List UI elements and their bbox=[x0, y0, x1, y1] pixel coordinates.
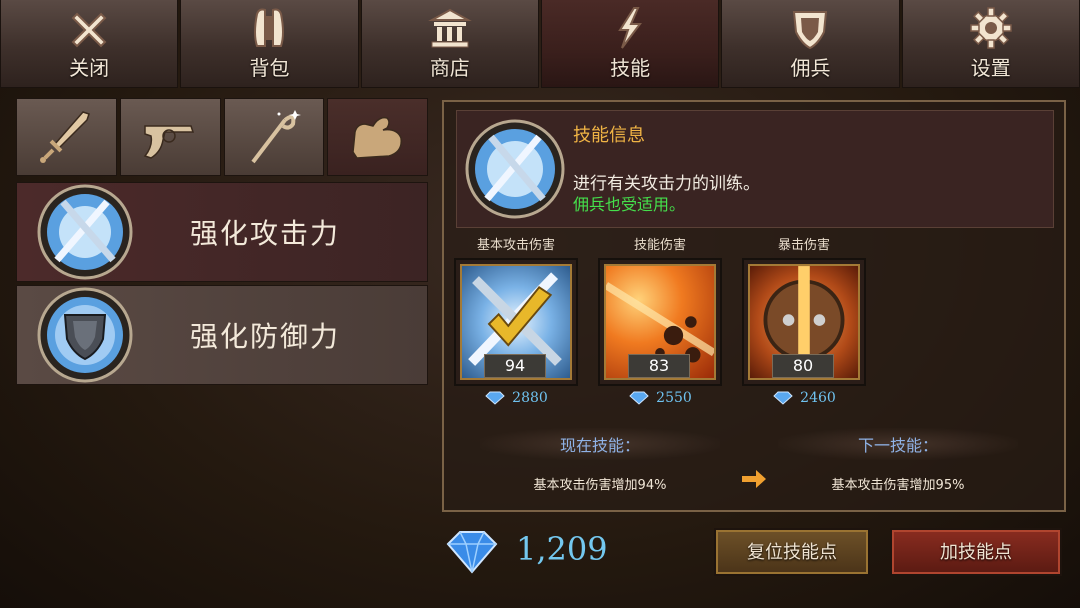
add-skill-point-button[interactable]: 加技能点 bbox=[890, 528, 1062, 576]
close-icon bbox=[71, 12, 107, 48]
crossed-blades-icon bbox=[37, 184, 133, 280]
tab-label: 商店 bbox=[429, 56, 470, 80]
lightning-icon bbox=[618, 7, 643, 49]
skill-item-defense[interactable]: 强化防御力 bbox=[16, 285, 428, 385]
skill-detail-panel: 技能信息 进行有关攻击力的训练。 佣兵也受适用。 基本攻击伤害 94 2880 bbox=[442, 100, 1066, 512]
tab-label: 关闭 bbox=[69, 56, 110, 80]
tab-label: 技能 bbox=[610, 56, 651, 80]
card-level: 80 bbox=[772, 354, 834, 378]
crossed-blades-icon bbox=[465, 119, 565, 219]
skill-category-bar bbox=[16, 98, 428, 176]
reset-skill-points-button[interactable]: 复位技能点 bbox=[714, 528, 870, 576]
tab-skills[interactable]: 技能 bbox=[540, 0, 720, 88]
tab-close[interactable]: 关闭 bbox=[0, 0, 179, 88]
gem-total: 1,209 bbox=[516, 530, 608, 568]
card-level: 94 bbox=[484, 354, 546, 378]
gem-icon bbox=[446, 531, 498, 574]
category-sword[interactable] bbox=[16, 98, 117, 176]
card-frame: 94 bbox=[454, 258, 578, 386]
gem-icon bbox=[485, 391, 505, 405]
card-frame: 83 bbox=[598, 258, 722, 386]
gear-icon bbox=[970, 7, 1012, 49]
tab-mercenary[interactable]: 佣兵 bbox=[721, 0, 900, 88]
next-skill-value: 基本攻击伤害增加95% bbox=[831, 478, 965, 493]
card-label: 技能伤害 bbox=[633, 238, 686, 253]
category-gun[interactable] bbox=[119, 98, 221, 176]
tab-label: 背包 bbox=[249, 56, 290, 80]
skill-item-attack[interactable]: 强化攻击力 bbox=[16, 182, 428, 282]
card-label: 基本攻击伤害 bbox=[476, 238, 555, 253]
card-cost-value: 2460 bbox=[800, 390, 836, 406]
gem-icon bbox=[629, 391, 649, 405]
category-strength[interactable] bbox=[327, 98, 428, 176]
shop-icon bbox=[427, 8, 472, 48]
tab-settings[interactable]: 设置 bbox=[901, 0, 1080, 88]
current-skill-label: 现在技能： bbox=[480, 428, 720, 460]
upgrade-card-basic-attack[interactable]: 基本攻击伤害 94 2880 bbox=[454, 234, 578, 406]
skill-list: 强化攻击力 强化防御力 bbox=[16, 182, 428, 388]
backpack-icon bbox=[254, 8, 285, 47]
skill-info-title: 技能信息 bbox=[573, 125, 645, 146]
card-cost-value: 2550 bbox=[656, 390, 692, 406]
gem-icon bbox=[773, 391, 793, 405]
tab-shop[interactable]: 商店 bbox=[360, 0, 539, 88]
card-cost-value: 2880 bbox=[512, 390, 548, 406]
card-label: 暴击伤害 bbox=[777, 238, 830, 253]
bicep-icon bbox=[351, 116, 402, 159]
next-skill-label: 下一技能： bbox=[778, 428, 1018, 460]
tab-label: 设置 bbox=[970, 56, 1011, 80]
shield-icon bbox=[793, 11, 828, 50]
tab-backpack[interactable]: 背包 bbox=[180, 0, 359, 88]
staff-icon bbox=[251, 110, 301, 164]
top-nav: 关闭 背包 商店 技能 佣兵 设置 bbox=[0, 0, 1080, 88]
card-frame: 80 bbox=[742, 258, 866, 386]
skill-info-box: 技能信息 进行有关攻击力的训练。 佣兵也受适用。 bbox=[456, 110, 1054, 228]
category-staff[interactable] bbox=[223, 98, 325, 176]
card-level: 83 bbox=[628, 354, 690, 378]
upgrade-card-skill-damage[interactable]: 技能伤害 83 2550 bbox=[598, 234, 722, 406]
card-cost: 2460 bbox=[742, 390, 866, 406]
tab-label: 佣兵 bbox=[790, 56, 831, 80]
skill-name: 强化防御力 bbox=[189, 320, 340, 353]
sword-icon bbox=[40, 111, 91, 163]
current-skill-value: 基本攻击伤害增加94% bbox=[533, 478, 667, 493]
revolver-icon bbox=[143, 125, 195, 159]
arrow-right-icon bbox=[742, 470, 766, 488]
skill-name: 强化攻击力 bbox=[189, 217, 340, 250]
card-cost: 2880 bbox=[454, 390, 578, 406]
card-cost: 2550 bbox=[598, 390, 722, 406]
upgrade-card-critical-damage[interactable]: 暴击伤害 80 2460 bbox=[742, 234, 866, 406]
skill-note: 佣兵也受适用。 bbox=[573, 195, 686, 214]
upgrade-cards: 基本攻击伤害 94 2880 技能伤害 83 2550 暴击伤害 80 2460 bbox=[454, 234, 884, 424]
defense-shield-icon bbox=[37, 287, 133, 383]
